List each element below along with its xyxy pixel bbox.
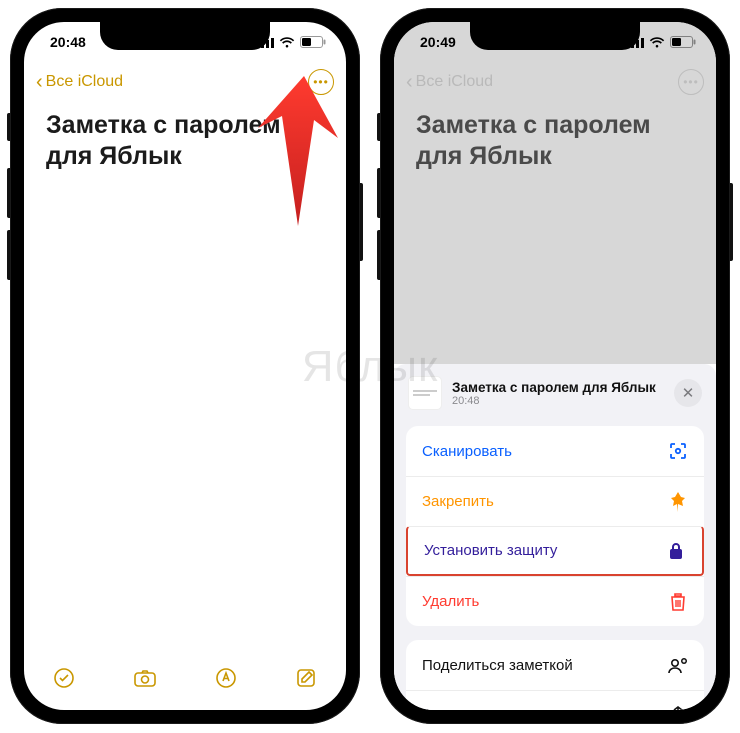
phone-left: 20:48 ‹ Все iCloud — [10, 8, 360, 724]
scan-icon — [668, 441, 688, 461]
share-icon — [668, 706, 688, 711]
action-pin[interactable]: Закрепить — [406, 476, 704, 526]
action-label: Сканировать — [422, 443, 512, 460]
action-send-copy[interactable]: Отправить копию — [406, 690, 704, 710]
pin-icon — [668, 492, 688, 512]
dimmed-background[interactable]: 20:49 ‹ — [394, 22, 716, 364]
actions-group-1: Сканировать Закрепить Установить защиту — [406, 426, 704, 626]
note-title: Заметка с паролем для Яблык — [46, 110, 324, 173]
action-label: Отправить копию — [422, 707, 543, 710]
battery-icon — [300, 36, 326, 48]
lock-icon — [666, 542, 686, 560]
sheet-title: Заметка с паролем для Яблык — [452, 380, 656, 395]
action-delete[interactable]: Удалить — [406, 576, 704, 626]
action-lock[interactable]: Установить защиту — [406, 526, 704, 576]
camera-icon[interactable] — [133, 668, 157, 693]
notch — [470, 22, 640, 50]
wifi-icon — [649, 37, 665, 48]
status-time: 20:48 — [50, 34, 86, 50]
action-label: Удалить — [422, 593, 479, 610]
action-label: Установить защиту — [424, 542, 557, 559]
battery-icon — [670, 36, 696, 48]
close-button[interactable]: ✕ — [674, 379, 702, 407]
bottom-toolbar — [24, 656, 346, 704]
sheet-subtitle: 20:48 — [452, 395, 656, 407]
screen-left: 20:48 ‹ Все iCloud — [24, 22, 346, 710]
action-share-note[interactable]: Поделиться заметкой — [406, 640, 704, 690]
actions-group-2: Поделиться заметкой Отправить копию Найт… — [406, 640, 704, 710]
collaborate-icon — [668, 656, 688, 674]
screen-right: 20:49 ‹ — [394, 22, 716, 710]
ellipsis-icon: ••• — [683, 75, 699, 89]
sheet-header: Заметка с паролем для Яблык 20:48 ✕ — [394, 364, 716, 420]
action-scan[interactable]: Сканировать — [406, 426, 704, 476]
close-icon: ✕ — [682, 384, 695, 402]
note-thumbnail-icon — [408, 376, 442, 410]
nav-bar: ‹ Все iCloud ••• — [394, 62, 716, 102]
back-button[interactable]: ‹ Все iCloud — [36, 72, 123, 92]
trash-icon — [668, 593, 688, 611]
more-button: ••• — [678, 69, 704, 95]
action-sheet: Заметка с паролем для Яблык 20:48 ✕ Скан… — [394, 364, 716, 710]
ellipsis-icon: ••• — [313, 75, 329, 89]
notch — [100, 22, 270, 50]
more-button[interactable]: ••• — [308, 69, 334, 95]
back-button: ‹ Все iCloud — [406, 72, 493, 92]
back-label: Все iCloud — [416, 73, 493, 91]
phone-right: 20:49 ‹ — [380, 8, 730, 724]
status-time: 20:49 — [420, 34, 456, 50]
chevron-left-icon: ‹ — [406, 72, 413, 92]
chevron-left-icon: ‹ — [36, 72, 43, 92]
nav-bar: ‹ Все iCloud ••• — [24, 62, 346, 102]
compose-icon[interactable] — [295, 667, 317, 694]
checklist-icon[interactable] — [53, 667, 75, 694]
action-label: Поделиться заметкой — [422, 657, 573, 674]
back-label: Все iCloud — [46, 73, 123, 91]
action-label: Закрепить — [422, 493, 494, 510]
note-title: Заметка с паролем для Яблык — [416, 110, 694, 173]
markup-icon[interactable] — [215, 667, 237, 694]
wifi-icon — [279, 37, 295, 48]
